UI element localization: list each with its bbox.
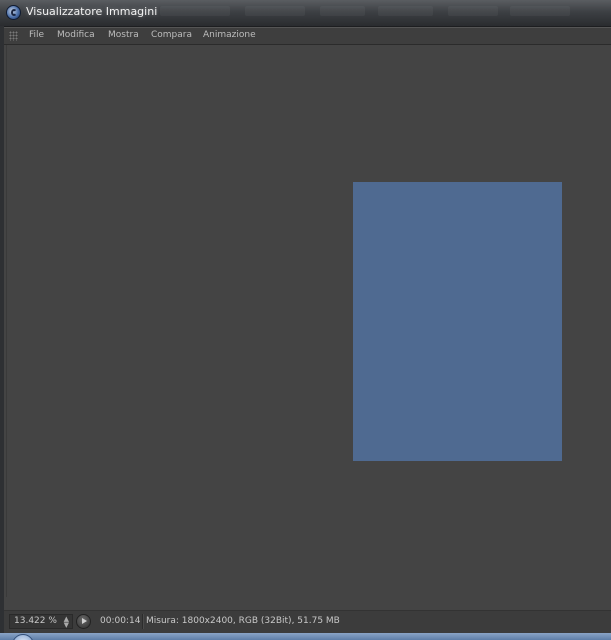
status-bar: 13.422 % ▲ ▼ 00:00:14 Misura: 1800x2400, … (4, 610, 611, 633)
menu-item-compara[interactable]: Compara (151, 30, 192, 40)
background-ghost-text (510, 6, 570, 16)
cinema4d-icon[interactable] (6, 5, 21, 20)
menu-item-animazione[interactable]: Animazione (203, 30, 256, 40)
start-orb-icon[interactable] (12, 634, 34, 640)
background-ghost-text (320, 6, 365, 16)
background-ghost-text (245, 6, 305, 16)
window-title: Visualizzatore Immagini (26, 5, 158, 18)
play-button[interactable] (76, 614, 91, 629)
time-display: 00:00:14 (100, 616, 141, 626)
spinner-arrows-icon[interactable]: ▲ ▼ (64, 616, 69, 629)
os-taskbar (0, 633, 611, 640)
zoom-value[interactable]: 13.422 % (14, 616, 57, 626)
title-bar[interactable]: Visualizzatore Immagini (0, 0, 611, 27)
menu-item-modifica[interactable]: Modifica (57, 30, 95, 40)
image-info: Misura: 1800x2400, RGB (32Bit), 51.75 MB (146, 616, 340, 626)
background-ghost-text (448, 6, 498, 16)
background-ghost-text (160, 6, 230, 16)
rendered-image[interactable] (353, 182, 562, 461)
grip-icon[interactable] (9, 31, 18, 41)
menu-bar: File Modifica Mostra Compara Animazione (4, 27, 611, 45)
window-frame-left (0, 26, 4, 640)
status-divider (142, 614, 144, 629)
menu-item-mostra[interactable]: Mostra (108, 30, 139, 40)
menu-item-file[interactable]: File (29, 30, 44, 40)
image-viewer-window: Visualizzatore Immagini File Modifica Mo… (0, 0, 611, 640)
background-ghost-text (378, 6, 433, 16)
zoom-field[interactable]: 13.422 % ▲ ▼ (9, 614, 73, 629)
